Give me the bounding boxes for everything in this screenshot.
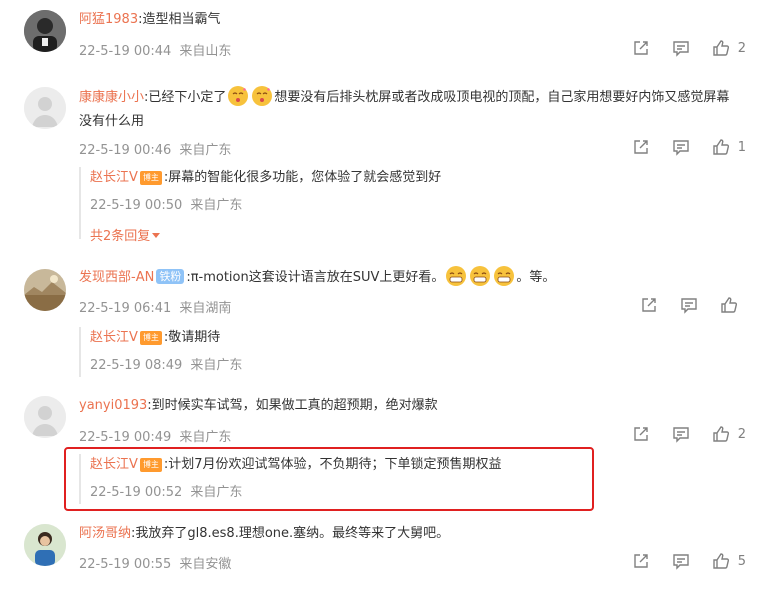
location: 来自山东 — [179, 44, 232, 59]
timestamp: 22-5-19 06:41 — [79, 301, 172, 316]
more-replies-link[interactable]: 共2条回复 — [90, 225, 441, 244]
location: 来自广东 — [190, 198, 243, 213]
location: 来自安徽 — [179, 557, 232, 572]
comment-text: :造型相当霸气 — [138, 12, 221, 27]
timestamp: 22-5-19 00:46 — [79, 143, 172, 158]
reply-text: :屏幕的智能化很多功能，您体验了就会感觉到好 — [163, 170, 442, 185]
share-icon[interactable] — [632, 425, 650, 443]
share-icon[interactable] — [632, 39, 650, 57]
comment-actions: 2 — [610, 424, 746, 444]
comment-text: :已经下小定了 — [144, 90, 227, 105]
highlight-box — [64, 447, 594, 511]
more-replies-label: 共2条回复 — [90, 229, 151, 244]
comment-meta: 22-5-19 00:44 来自山东 — [79, 40, 231, 59]
author-badge: 博主 — [139, 331, 162, 345]
comment-icon[interactable] — [672, 138, 690, 156]
comment-icon[interactable] — [672, 425, 690, 443]
reply-meta: 22-5-19 08:49 来自广东 — [90, 355, 242, 377]
avatar[interactable] — [24, 269, 66, 311]
comment-text-line: 发现西部-AN 铁粉:π-motion这套设计语言放在SUV上更好看。 。等。 — [79, 265, 555, 290]
username[interactable]: 阿汤哥纳 — [79, 526, 131, 541]
comment-actions — [618, 295, 746, 315]
comment-text: :到时候实车试驾，如果做工真的超预期，绝对爆款 — [147, 398, 438, 413]
like-button[interactable]: 2 — [712, 39, 746, 57]
timestamp: 22-5-19 00:50 — [90, 198, 183, 213]
like-button[interactable]: 2 — [712, 425, 746, 443]
comment-text-cont: 。等。 — [516, 270, 556, 285]
thumbs-up-icon — [721, 297, 738, 313]
comment-text-line: 阿猛1983:造型相当霸气 — [79, 8, 220, 32]
location: 来自广东 — [179, 143, 232, 158]
reply-text-line: 赵长江V 博主:屏幕的智能化很多功能，您体验了就会感觉到好 — [90, 167, 441, 189]
comment-icon[interactable] — [680, 296, 698, 314]
timestamp: 22-5-19 00:44 — [79, 44, 172, 59]
location: 来自湖南 — [179, 301, 232, 316]
reply: 赵长江V 博主:敬请期待 22-5-19 08:49 来自广东 — [79, 327, 242, 377]
location: 来自广东 — [190, 358, 243, 373]
comment-text-block: 康康康小小:已经下小定了 想要没有后排头枕屏或者改成吸顶电视的顶配，自己家用想要好… — [79, 85, 739, 134]
avatar[interactable] — [24, 524, 66, 566]
emoji-kiss-icon — [227, 85, 249, 107]
thumbs-up-icon — [713, 139, 729, 155]
comment-actions: 1 — [610, 137, 746, 157]
comment-meta: 22-5-19 00:49 来自广东 — [79, 426, 231, 445]
reply-meta: 22-5-19 00:50 来自广东 — [90, 195, 441, 217]
location: 来自广东 — [179, 430, 232, 445]
share-icon[interactable] — [632, 138, 650, 156]
fan-badge: 铁粉 — [156, 269, 185, 284]
caret-down-icon — [152, 233, 161, 238]
comment-meta: 22-5-19 00:55 来自安徽 — [79, 553, 231, 572]
reply-username[interactable]: 赵长江V — [90, 330, 138, 345]
reply-text: :敬请期待 — [163, 330, 221, 345]
like-button[interactable]: 5 — [712, 552, 746, 570]
emoji-kiss-icon — [251, 85, 273, 107]
like-count: 5 — [737, 553, 746, 569]
comment-meta: 22-5-19 00:46 来自广东 — [79, 139, 231, 158]
comment-actions: 2 — [610, 38, 746, 58]
comment-meta: 22-5-19 06:41 来自湖南 — [79, 297, 231, 316]
emoji-grin-icon — [493, 265, 515, 287]
author-badge: 博主 — [139, 171, 162, 185]
comment-text: :我放弃了gl8.es8.理想one.塞纳。最终等来了大舅吧。 — [131, 526, 450, 541]
timestamp: 22-5-19 08:49 — [90, 358, 183, 373]
like-count: 1 — [737, 139, 746, 155]
thumbs-up-icon — [713, 40, 729, 56]
comment-text-line: 阿汤哥纳:我放弃了gl8.es8.理想one.塞纳。最终等来了大舅吧。 — [79, 522, 449, 546]
reply-username[interactable]: 赵长江V — [90, 170, 138, 185]
avatar[interactable] — [24, 87, 66, 129]
like-count: 2 — [737, 40, 746, 56]
share-icon[interactable] — [640, 296, 658, 314]
thumbs-up-icon — [713, 426, 729, 442]
comment-text: :π-motion这套设计语言放在SUV上更好看。 — [186, 270, 445, 285]
reply: 赵长江V 博主:屏幕的智能化很多功能，您体验了就会感觉到好 22-5-19 00:… — [79, 167, 441, 244]
emoji-grin-icon — [469, 265, 491, 287]
thumbs-up-icon — [713, 553, 729, 569]
comment-icon[interactable] — [672, 39, 690, 57]
timestamp: 22-5-19 00:49 — [79, 430, 172, 445]
avatar[interactable] — [24, 10, 66, 52]
reply-text-line: 赵长江V 博主:敬请期待 — [90, 327, 242, 349]
like-count: 2 — [737, 426, 746, 442]
like-button[interactable]: 1 — [712, 138, 746, 156]
username[interactable]: 发现西部-AN — [79, 270, 154, 285]
emoji-grin-icon — [445, 265, 467, 287]
avatar[interactable] — [24, 396, 66, 438]
comment-actions: 5 — [610, 551, 746, 571]
timestamp: 22-5-19 00:55 — [79, 557, 172, 572]
username[interactable]: 阿猛1983 — [79, 12, 138, 27]
comment-icon[interactable] — [672, 552, 690, 570]
username[interactable]: yanyi0193 — [79, 398, 147, 413]
like-button[interactable] — [720, 296, 746, 314]
comment-text-line: yanyi0193:到时候实车试驾，如果做工真的超预期，绝对爆款 — [79, 394, 438, 418]
share-icon[interactable] — [632, 552, 650, 570]
username[interactable]: 康康康小小 — [79, 90, 144, 105]
